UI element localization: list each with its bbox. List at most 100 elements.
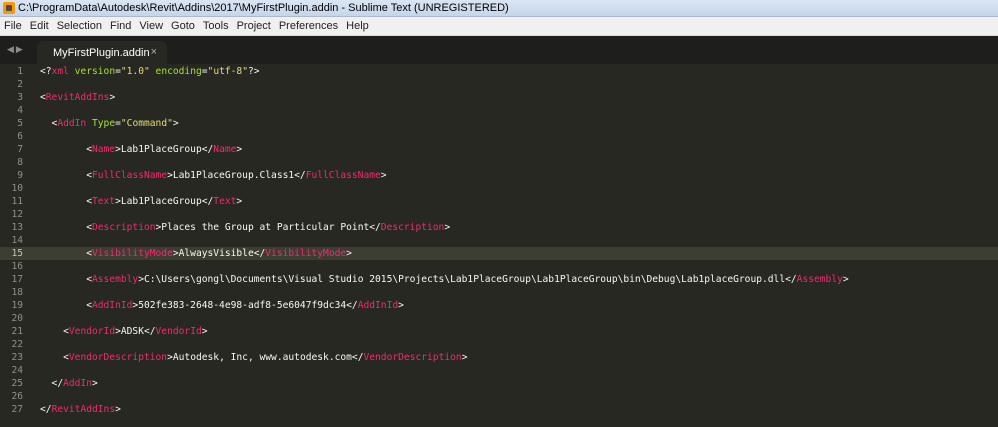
menu-edit[interactable]: Edit	[26, 20, 53, 32]
code-token: >	[109, 92, 116, 103]
menu-selection[interactable]: Selection	[53, 20, 106, 32]
code-token: VisibilityMode	[91, 248, 173, 259]
code-token: AddInId	[91, 300, 133, 311]
code-token: >Autodesk, Inc, www.autodesk.com</	[167, 352, 364, 363]
menu-view[interactable]: View	[135, 20, 167, 32]
code-token: >502fe383-2648-4e98-adf8-5e6047f9dc34</	[132, 300, 358, 311]
code-token: VendorId	[155, 326, 202, 337]
code-token: <	[40, 118, 58, 129]
line-number: 23	[11, 352, 23, 363]
code-line[interactable]: 5 <AddIn Type="Command">	[0, 117, 998, 130]
code-token: "utf-8"	[207, 66, 248, 77]
code-line[interactable]: 25 </AddIn>	[0, 377, 998, 390]
code-line[interactable]: 24	[0, 364, 998, 377]
code-token: >AlwaysVisible</	[172, 248, 266, 259]
code-line[interactable]: 18	[0, 286, 998, 299]
code-line[interactable]: 2	[0, 78, 998, 91]
code-token: >	[461, 352, 468, 363]
code-line[interactable]: 8	[0, 156, 998, 169]
code-token: >Lab1PlaceGroup</	[115, 196, 214, 207]
code-line[interactable]: 10	[0, 182, 998, 195]
code-line[interactable]: 3 <RevitAddIns>	[0, 91, 998, 104]
menu-preferences[interactable]: Preferences	[275, 20, 342, 32]
code-token: Type	[86, 118, 116, 129]
line-number: 16	[11, 261, 23, 272]
code-token: <?	[40, 66, 52, 77]
code-token: Description	[380, 222, 445, 233]
code-token: >	[380, 170, 387, 181]
line-number: 15	[11, 248, 23, 259]
line-number: 27	[11, 404, 23, 415]
code-line[interactable]: 13 <Description>Places the Group at Part…	[0, 221, 998, 234]
code-token: >Places the Group at Particular Point</	[155, 222, 381, 233]
code-text: <VendorId>ADSK</VendorId>	[40, 325, 207, 338]
code-line[interactable]: 15 <VisibilityMode>AlwaysVisible</Visibi…	[0, 247, 998, 260]
tab-myfirstplugin[interactable]: MyFirstPlugin.addin ×	[37, 41, 167, 64]
menu-file[interactable]: File	[0, 20, 26, 32]
code-line[interactable]: 6	[0, 130, 998, 143]
line-number: 5	[17, 118, 23, 129]
code-line[interactable]: 1 <?xml version="1.0" encoding="utf-8"?>	[0, 65, 998, 78]
line-number: 3	[17, 92, 23, 103]
code-token: Description	[91, 222, 156, 233]
code-text: <AddInId>502fe383-2648-4e98-adf8-5e6047f…	[40, 299, 404, 312]
line-number: 7	[17, 144, 23, 155]
line-number: 20	[11, 313, 23, 324]
code-line[interactable]: 17 <Assembly>C:\Users\gongl\Documents\Vi…	[0, 273, 998, 286]
code-text: <?xml version="1.0" encoding="utf-8"?>	[40, 65, 260, 78]
tab-bar: ◀ ▶ MyFirstPlugin.addin ×	[0, 36, 998, 64]
code-token: >C:\Users\gongl\Documents\Visual Studio …	[138, 274, 797, 285]
line-number: 1	[17, 66, 23, 77]
code-line[interactable]: 21 <VendorId>ADSK</VendorId>	[0, 325, 998, 338]
code-token: RevitAddIns	[45, 92, 110, 103]
code-editor[interactable]: 1 <?xml version="1.0" encoding="utf-8"?> 2…	[0, 64, 998, 427]
code-token: </	[40, 404, 52, 415]
code-token: "1.0"	[120, 66, 150, 77]
line-number: 11	[11, 196, 23, 207]
code-text: <AddIn Type="Command">	[40, 117, 179, 130]
code-text: <FullClassName>Lab1PlaceGroup.Class1</Fu…	[40, 169, 387, 182]
code-lines[interactable]: 1 <?xml version="1.0" encoding="utf-8"?> 2…	[0, 65, 998, 416]
code-line[interactable]: 4	[0, 104, 998, 117]
tab-close-icon[interactable]: ×	[151, 46, 157, 58]
code-text: <VendorDescription>Autodesk, Inc, www.au…	[40, 351, 467, 364]
code-token: <	[40, 170, 92, 181]
code-line[interactable]: 22	[0, 338, 998, 351]
code-token: version	[68, 66, 116, 77]
code-line[interactable]: 16	[0, 260, 998, 273]
menu-find[interactable]: Find	[106, 20, 135, 32]
line-number: 22	[11, 339, 23, 350]
menu-project[interactable]: Project	[233, 20, 275, 32]
code-line[interactable]: 20	[0, 312, 998, 325]
code-line[interactable]: 14	[0, 234, 998, 247]
forward-arrow-icon[interactable]: ▶	[16, 44, 23, 55]
back-arrow-icon[interactable]: ◀	[7, 44, 14, 55]
code-token: <	[40, 222, 92, 233]
code-token: >	[92, 378, 98, 389]
code-token: >	[115, 404, 121, 415]
code-token: Text	[213, 196, 237, 207]
code-token: "Command"	[120, 118, 173, 129]
code-line[interactable]: 7 <Name>Lab1PlaceGroup</Name>	[0, 143, 998, 156]
code-token: >	[172, 118, 179, 129]
sublime-app-icon	[3, 2, 15, 14]
code-line[interactable]: 11 <Text>Lab1PlaceGroup</Text>	[0, 195, 998, 208]
code-token: >	[444, 222, 451, 233]
code-token: VisibilityMode	[265, 248, 347, 259]
tab-nav: ◀ ▶	[7, 44, 23, 55]
line-number: 8	[17, 157, 23, 168]
code-token: </	[40, 378, 64, 389]
code-line[interactable]: 23 <VendorDescription>Autodesk, Inc, www…	[0, 351, 998, 364]
code-token: <	[40, 196, 92, 207]
menu-tools[interactable]: Tools	[199, 20, 233, 32]
code-line[interactable]: 26	[0, 390, 998, 403]
menu-help[interactable]: Help	[342, 20, 373, 32]
title-bar: C:\ProgramData\Autodesk\Revit\Addins\201…	[0, 0, 998, 17]
code-line[interactable]: 27 </RevitAddIns>	[0, 403, 998, 416]
code-line[interactable]: 12	[0, 208, 998, 221]
code-token: AddIn	[57, 118, 87, 129]
code-line[interactable]: 9 <FullClassName>Lab1PlaceGroup.Class1</…	[0, 169, 998, 182]
window-title: C:\ProgramData\Autodesk\Revit\Addins\201…	[18, 2, 509, 14]
code-line[interactable]: 19 <AddInId>502fe383-2648-4e98-adf8-5e60…	[0, 299, 998, 312]
menu-goto[interactable]: Goto	[167, 20, 199, 32]
